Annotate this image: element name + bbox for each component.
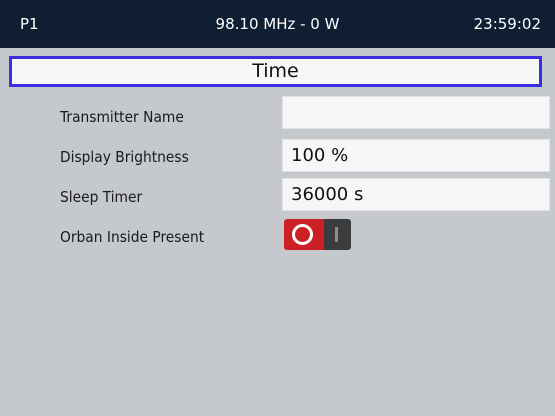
sleep-timer-field[interactable]: 36000 s <box>282 178 550 211</box>
transmitter-name-field[interactable] <box>282 96 550 129</box>
ring-icon <box>292 224 313 245</box>
transmitter-name-label: Transmitter Name <box>60 108 184 126</box>
clock: 23:59:02 <box>473 15 541 33</box>
sleep-timer-label: Sleep Timer <box>60 188 143 206</box>
orban-inside-present-toggle[interactable] <box>284 219 351 250</box>
toggle-on-segment <box>284 219 324 250</box>
bar-icon <box>335 227 338 242</box>
frequency-power-readout: 98.10 MHz - 0 W <box>215 15 340 33</box>
status-bar: 98.10 MHz - 0 W P1 23:59:02 <box>0 0 555 48</box>
orban-inside-present-label: Orban Inside Present <box>60 228 205 246</box>
display-brightness-label: Display Brightness <box>60 148 189 166</box>
toggle-off-segment <box>324 219 351 250</box>
preset-indicator: P1 <box>20 15 39 33</box>
page-title[interactable]: Time <box>9 56 542 87</box>
display-brightness-field[interactable]: 100 % <box>282 139 550 172</box>
